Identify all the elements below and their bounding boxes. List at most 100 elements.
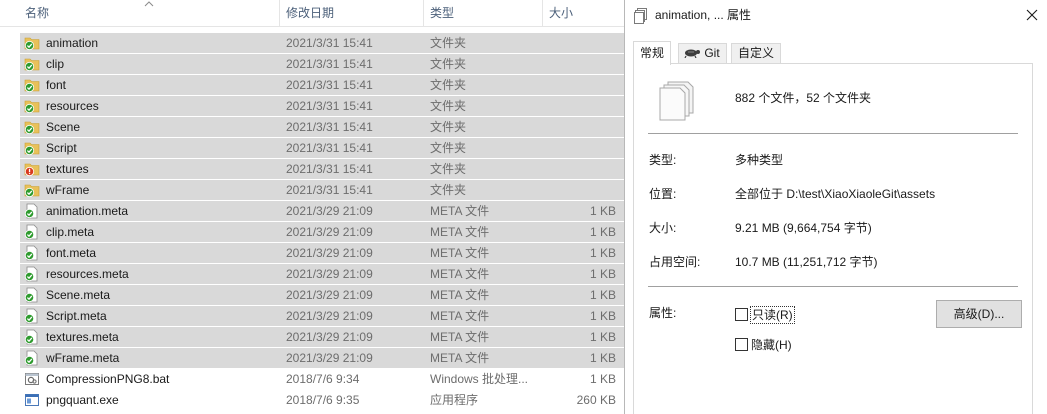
hidden-checkbox[interactable]: [735, 338, 748, 351]
folder-git-ok-icon: [24, 35, 40, 51]
file-modified-date: 2021/3/29 21:09: [286, 204, 373, 218]
file-git-ok-icon: [24, 287, 40, 303]
folder-git-ok-icon: [24, 77, 40, 93]
file-row[interactable]: clip.meta 2021/3/29 21:09 META 文件 1 KB: [20, 222, 624, 242]
file-name: Scene.meta: [46, 288, 111, 302]
file-name: font.meta: [46, 246, 97, 260]
file-row[interactable]: textures 2021/3/31 15:41 文件夹: [20, 159, 624, 179]
hidden-label[interactable]: 隐藏(H): [751, 337, 792, 353]
file-modified-date: 2018/7/6 9:35: [286, 393, 360, 407]
attributes-label: 属性:: [649, 306, 677, 320]
file-type: META 文件: [430, 309, 490, 323]
file-type: 文件夹: [430, 120, 467, 134]
folder-git-ok-icon: [24, 56, 40, 72]
file-modified-date: 2021/3/31 15:41: [286, 162, 373, 176]
disk-size-value: 10.7 MB (11,251,712 字节): [735, 255, 878, 269]
readonly-label[interactable]: 只读(R): [750, 306, 795, 324]
file-type: 应用程序: [430, 393, 479, 407]
size-value: 9.21 MB (9,664,754 字节): [735, 221, 872, 235]
advanced-button[interactable]: 高级(D)...: [936, 300, 1022, 328]
file-size: 1 KB: [589, 225, 616, 239]
file-size: 1 KB: [589, 351, 616, 365]
file-size: 260 KB: [576, 393, 616, 407]
file-row[interactable]: textures.meta 2021/3/29 21:09 META 文件 1 KB: [20, 327, 624, 347]
divider: [648, 286, 1018, 287]
file-type: 文件夹: [430, 57, 467, 71]
file-row[interactable]: wFrame.meta 2021/3/29 21:09 META 文件 1 KB: [20, 348, 624, 368]
tab-label: 自定义: [738, 46, 775, 60]
file-row[interactable]: Scene.meta 2021/3/29 21:09 META 文件 1 KB: [20, 285, 624, 305]
file-name: pngquant.exe: [46, 393, 119, 407]
file-type: 文件夹: [430, 99, 467, 113]
tab-general[interactable]: 常规: [633, 41, 672, 65]
type-label: 类型:: [649, 153, 677, 167]
folder-git-modified-icon: [24, 161, 40, 177]
file-modified-date: 2021/3/29 21:09: [286, 225, 373, 239]
file-row[interactable]: wFrame 2021/3/31 15:41 文件夹: [20, 180, 624, 200]
file-row[interactable]: resources.meta 2021/3/29 21:09 META 文件 1 KB: [20, 264, 624, 284]
dialog-title-bar[interactable]: animation, ... 属性: [625, 0, 1047, 32]
general-panel: 882 个文件，52 个文件夹 类型: 多种类型 位置: 全部位于 D:\tes…: [633, 63, 1033, 414]
size-label: 大小:: [649, 221, 677, 235]
file-row[interactable]: clip 2021/3/31 15:41 文件夹: [20, 54, 624, 74]
file-row[interactable]: Script.meta 2021/3/29 21:09 META 文件 1 KB: [20, 306, 624, 326]
exe-file-icon: [24, 392, 40, 408]
multiple-files-icon: [634, 8, 647, 24]
column-divider[interactable]: [279, 0, 280, 27]
file-modified-date: 2021/3/31 15:41: [286, 99, 373, 113]
column-header-size[interactable]: 大小: [549, 0, 573, 27]
file-size: 1 KB: [589, 372, 616, 386]
location-label: 位置:: [649, 187, 677, 201]
tab-git[interactable]: Git: [678, 43, 727, 64]
column-divider[interactable]: [542, 0, 543, 27]
file-row[interactable]: resources 2021/3/31 15:41 文件夹: [20, 96, 624, 116]
multiple-files-icon: [659, 81, 694, 121]
location-value: 全部位于 D:\test\XiaoXiaoleGit\assets: [735, 187, 936, 201]
file-type: META 文件: [430, 246, 490, 260]
file-name: resources: [46, 99, 99, 113]
file-modified-date: 2021/3/31 15:41: [286, 120, 373, 134]
column-header-bar: 名称 修改日期 类型 大小: [0, 0, 624, 27]
file-git-ok-icon: [24, 308, 40, 324]
file-type: 文件夹: [430, 141, 467, 155]
dialog-title: animation, ... 属性: [655, 8, 752, 22]
file-row[interactable]: Scene 2021/3/31 15:41 文件夹: [20, 117, 624, 137]
column-divider[interactable]: [423, 0, 424, 27]
file-modified-date: 2021/3/29 21:09: [286, 309, 373, 323]
file-modified-date: 2021/3/31 15:41: [286, 36, 373, 50]
file-size: 1 KB: [589, 246, 616, 260]
file-name: animation: [46, 36, 99, 50]
close-button[interactable]: [1016, 0, 1047, 30]
file-modified-date: 2018/7/6 9:34: [286, 372, 360, 386]
file-size: 1 KB: [589, 267, 616, 281]
column-header-modified[interactable]: 修改日期: [286, 0, 334, 27]
file-modified-date: 2021/3/29 21:09: [286, 351, 373, 365]
tab-custom[interactable]: 自定义: [731, 43, 782, 64]
file-git-ok-icon: [24, 350, 40, 366]
file-name: CompressionPNG8.bat: [46, 372, 170, 386]
file-type: META 文件: [430, 288, 490, 302]
type-value: 多种类型: [735, 153, 784, 167]
file-row[interactable]: font.meta 2021/3/29 21:09 META 文件 1 KB: [20, 243, 624, 263]
readonly-checkbox[interactable]: [735, 308, 748, 321]
file-modified-date: 2021/3/31 15:41: [286, 57, 373, 71]
file-modified-date: 2021/3/31 15:41: [286, 141, 373, 155]
column-header-name[interactable]: 名称: [25, 0, 49, 27]
file-modified-date: 2021/3/29 21:09: [286, 267, 373, 281]
file-type: META 文件: [430, 204, 490, 218]
properties-dialog: animation, ... 属性 常规 Git 自定义 882 个文件，52 …: [624, 0, 1047, 414]
file-row[interactable]: Script 2021/3/31 15:41 文件夹: [20, 138, 624, 158]
file-row[interactable]: pngquant.exe 2018/7/6 9:35 应用程序 260 KB: [20, 390, 624, 410]
file-row[interactable]: font 2021/3/31 15:41 文件夹: [20, 75, 624, 95]
tab-label: 常规: [640, 46, 665, 60]
file-name: wFrame.meta: [46, 351, 120, 365]
file-row[interactable]: animation.meta 2021/3/29 21:09 META 文件 1 KB: [20, 201, 624, 221]
file-explorer: 名称 修改日期 类型 大小 animation 2021/3/31 15:41 文件…: [0, 0, 624, 414]
file-row[interactable]: CompressionPNG8.bat 2018/7/6 9:34 Windows …: [20, 369, 624, 389]
column-header-type[interactable]: 类型: [430, 0, 454, 27]
file-git-ok-icon: [24, 203, 40, 219]
file-size: 1 KB: [589, 288, 616, 302]
sort-ascending-icon: [144, 1, 154, 7]
file-row[interactable]: animation 2021/3/31 15:41 文件夹: [20, 33, 624, 53]
close-icon: [1026, 9, 1038, 21]
